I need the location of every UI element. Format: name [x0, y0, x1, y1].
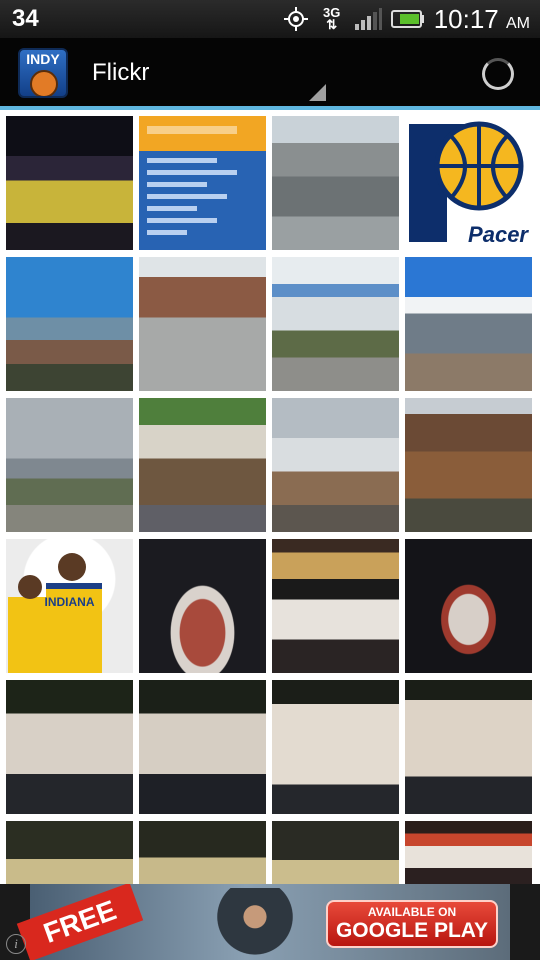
photo-caption: INDIANA: [44, 595, 95, 609]
app-logo-icon[interactable]: INDY: [18, 47, 68, 98]
photo-thumbnail[interactable]: [405, 821, 532, 884]
photo-thumbnail[interactable]: [6, 398, 133, 532]
photo-thumbnail[interactable]: [272, 680, 399, 814]
network-3g-icon: 3G ⇅: [323, 5, 341, 32]
status-bar: 34 3G ⇅ 10:17 AM: [0, 0, 540, 38]
spinner-dropdown-icon[interactable]: [309, 84, 326, 101]
clock: 10:17 AM: [433, 3, 530, 34]
photo-thumbnail[interactable]: [6, 116, 133, 250]
ad-info-icon[interactable]: i: [6, 934, 26, 954]
notification-count: 34: [12, 5, 39, 32]
ad-character-image: [210, 888, 300, 960]
photo-grid[interactable]: Pacer INDIANA: [0, 110, 540, 884]
photo-thumbnail[interactable]: [139, 257, 266, 391]
photo-thumbnail[interactable]: [6, 680, 133, 814]
photo-thumbnail[interactable]: [139, 680, 266, 814]
photo-thumbnail[interactable]: INDIANA: [6, 539, 133, 673]
action-bar: INDY Flickr: [0, 38, 540, 107]
battery-icon: [390, 5, 426, 33]
photo-thumbnail[interactable]: Pacer: [405, 116, 532, 250]
photo-thumbnail[interactable]: [272, 257, 399, 391]
photo-thumbnail[interactable]: [139, 539, 266, 673]
signal-icon: [354, 5, 382, 33]
progress-spinner-icon: [482, 58, 514, 90]
photo-thumbnail[interactable]: [139, 821, 266, 884]
photo-thumbnail[interactable]: [139, 116, 266, 250]
photo-thumbnail[interactable]: [272, 116, 399, 250]
google-play-button[interactable]: AVAILABLE ON GOOGLE PLAY: [326, 900, 498, 948]
photo-thumbnail[interactable]: [405, 398, 532, 532]
ad-free-badge: FREE: [16, 884, 144, 960]
photo-thumbnail[interactable]: [6, 821, 133, 884]
photo-thumbnail[interactable]: [272, 539, 399, 673]
photo-thumbnail[interactable]: [405, 257, 532, 391]
page-title[interactable]: Flickr: [92, 59, 149, 87]
photo-thumbnail[interactable]: [6, 257, 133, 391]
ad-banner[interactable]: FREE AVAILABLE ON GOOGLE PLAY: [0, 884, 540, 960]
photo-thumbnail[interactable]: [272, 821, 399, 884]
photo-thumbnail[interactable]: [405, 539, 532, 673]
photo-thumbnail[interactable]: [139, 398, 266, 532]
photo-thumbnail[interactable]: [405, 680, 532, 814]
ad-image[interactable]: FREE AVAILABLE ON GOOGLE PLAY: [16, 884, 510, 960]
gps-icon: [282, 5, 310, 33]
photo-thumbnail[interactable]: [272, 398, 399, 532]
photo-caption: Pacer: [468, 222, 528, 247]
